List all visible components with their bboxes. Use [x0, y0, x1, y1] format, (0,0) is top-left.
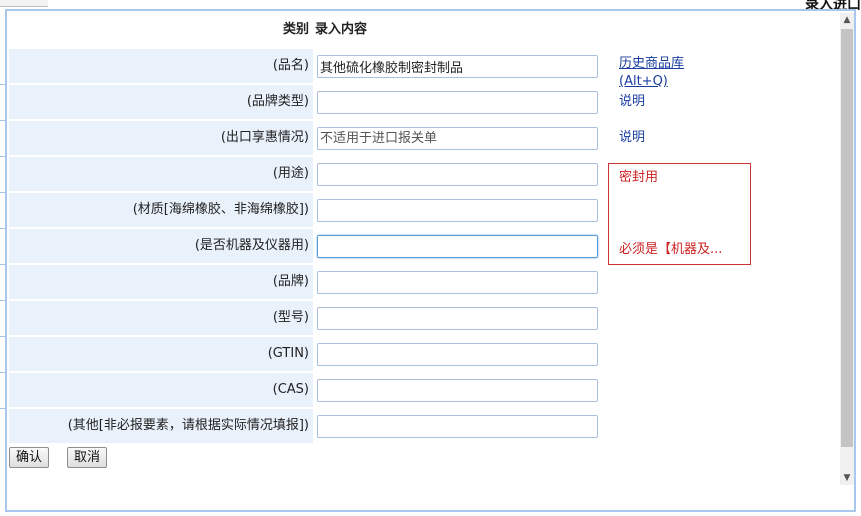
form-row-export-preference: (出口享惠情况) 说明	[9, 121, 844, 155]
vertical-scrollbar[interactable]: ▲ ▼	[840, 13, 854, 485]
form-row-model: (型号)	[9, 301, 844, 335]
hint-box: 密封用 必须是【机器及...	[608, 163, 751, 265]
scroll-up-icon[interactable]: ▲	[840, 13, 854, 27]
history-link-line1: 历史商品库	[619, 56, 685, 71]
column-header-category: 类别	[282, 22, 309, 37]
form-row-product-name: (品名) 历史商品库 (Alt+Q)	[9, 49, 844, 89]
form-row-other: (其他[非必报要素，请根据实际情况填报])	[9, 409, 844, 443]
field-label: (是否机器及仪器用)	[9, 229, 313, 263]
field-label: (CAS)	[9, 373, 313, 407]
field-label: (材质[海绵橡胶、非海绵橡胶])	[9, 193, 313, 227]
machine-use-input[interactable]	[317, 235, 598, 258]
field-label: (品牌类型)	[9, 85, 313, 119]
field-label: (GTIN)	[9, 337, 313, 371]
form-row-gtin: (GTIN)	[9, 337, 844, 371]
header-row: 类别 录入内容	[9, 13, 844, 47]
brand-type-input[interactable]	[317, 91, 598, 114]
form-row-brand-type: (品牌类型) 说明	[9, 85, 844, 119]
field-label: (其他[非必报要素，请根据实际情况填报])	[9, 409, 313, 443]
form-row-cas: (CAS)	[9, 373, 844, 407]
product-name-input[interactable]	[317, 55, 598, 78]
scroll-down-icon[interactable]: ▼	[840, 471, 854, 485]
field-label: (用途)	[9, 157, 313, 191]
model-input[interactable]	[317, 307, 598, 330]
material-input[interactable]	[317, 199, 598, 222]
field-label: (型号)	[9, 301, 313, 335]
background-tab	[0, 0, 48, 7]
export-preference-input[interactable]	[317, 127, 598, 150]
brand-type-note-link[interactable]: 说明	[619, 93, 645, 111]
usage-input[interactable]	[317, 163, 598, 186]
brand-input[interactable]	[317, 271, 598, 294]
field-label: (品名)	[9, 49, 313, 83]
column-header-content: 录入内容	[315, 22, 368, 37]
gtin-input[interactable]	[317, 343, 598, 366]
form-area: 类别 录入内容 (品名) 历史商品库 (Alt+Q) (品牌类型) 说明 (出口…	[9, 13, 844, 510]
confirm-button[interactable]: 确认	[9, 447, 50, 468]
scrollbar-thumb[interactable]	[841, 29, 853, 447]
hint-machine-text: 必须是【机器及...	[619, 242, 723, 257]
other-input[interactable]	[317, 415, 598, 438]
field-label: (品牌)	[9, 265, 313, 299]
cancel-button[interactable]: 取消	[67, 447, 108, 468]
declaration-elements-dialog: 类别 录入内容 (品名) 历史商品库 (Alt+Q) (品牌类型) 说明 (出口…	[5, 9, 856, 512]
field-label: (出口享惠情况)	[9, 121, 313, 155]
hint-usage-text: 密封用	[619, 170, 659, 185]
form-row-brand: (品牌)	[9, 265, 844, 299]
export-preference-note-link[interactable]: 说明	[619, 129, 645, 147]
cas-input[interactable]	[317, 379, 598, 402]
